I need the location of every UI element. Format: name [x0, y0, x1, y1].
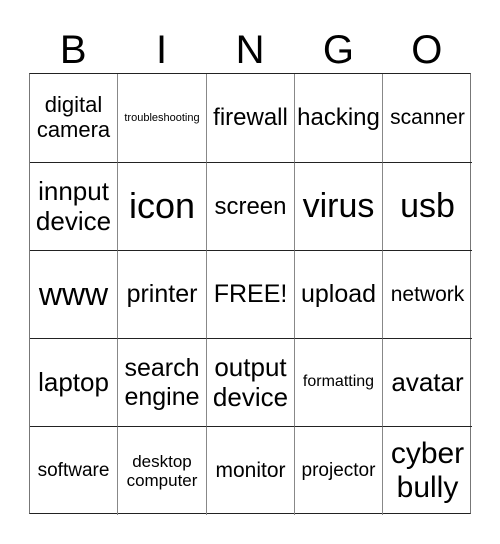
bingo-cell-label: FREE!: [213, 280, 288, 309]
bingo-cell-label: monitor: [215, 459, 286, 483]
bingo-cell-label: desktop computer: [126, 451, 198, 490]
bingo-cell-label: usb: [400, 187, 455, 226]
bingo-cell-label: www: [38, 276, 109, 313]
bingo-cell[interactable]: avatar: [383, 339, 472, 427]
bingo-cell-label: formatting: [302, 373, 375, 391]
bingo-cell-label: innput device: [35, 176, 112, 236]
bingo-cell[interactable]: output device: [207, 339, 295, 427]
header-letter-g: G: [322, 28, 354, 72]
header-letter-b: B: [59, 28, 87, 72]
bingo-cell[interactable]: printer: [118, 251, 207, 339]
bingo-cell-label: software: [37, 460, 110, 482]
header-letter-n: N: [235, 28, 265, 72]
bingo-cell[interactable]: www: [30, 251, 118, 339]
bingo-cell-label: output device: [212, 352, 289, 412]
bingo-cell-label: screen: [214, 192, 287, 220]
bingo-cell-label: scanner: [390, 106, 465, 130]
bingo-cell[interactable]: projector: [295, 427, 383, 515]
bingo-cell-label: network: [390, 282, 465, 306]
bingo-cell[interactable]: cyber bully: [383, 427, 472, 515]
bingo-cell-label: projector: [301, 460, 376, 482]
bingo-cell[interactable]: FREE!: [207, 251, 295, 339]
bingo-cell[interactable]: icon: [118, 163, 207, 251]
header-letter-i: I: [156, 28, 168, 72]
bingo-cell-label: troubleshooting: [124, 111, 200, 124]
bingo-cell-label: icon: [128, 185, 196, 227]
bingo-cell[interactable]: desktop computer: [118, 427, 207, 515]
header-letter-o: O: [411, 28, 443, 72]
bingo-cell[interactable]: upload: [295, 251, 383, 339]
bingo-cell-label: avatar: [391, 366, 464, 397]
bingo-cell-label: laptop: [38, 366, 109, 397]
bingo-cell[interactable]: formatting: [295, 339, 383, 427]
bingo-cell[interactable]: virus: [295, 163, 383, 251]
bingo-cell[interactable]: firewall: [207, 74, 295, 163]
bingo-cell[interactable]: usb: [383, 163, 472, 251]
bingo-cell-label: digital camera: [36, 92, 111, 142]
bingo-cell[interactable]: troubleshooting: [118, 74, 207, 163]
bingo-cell[interactable]: digital camera: [30, 74, 118, 163]
bingo-cell[interactable]: scanner: [383, 74, 472, 163]
bingo-cell-label: virus: [302, 187, 375, 226]
bingo-cell[interactable]: laptop: [30, 339, 118, 427]
bingo-header: B I N G O: [29, 28, 471, 73]
bingo-cell[interactable]: innput device: [30, 163, 118, 251]
bingo-grid: digital camera troubleshooting firewall hac…: [29, 73, 472, 515]
bingo-cell[interactable]: network: [383, 251, 472, 339]
bingo-cell[interactable]: screen: [207, 163, 295, 251]
bingo-cell-label: search engine: [124, 354, 200, 411]
bingo-cell-label: hacking: [297, 104, 380, 132]
bingo-cell[interactable]: search engine: [118, 339, 207, 427]
bingo-cell[interactable]: software: [30, 427, 118, 515]
bingo-cell-label: upload: [300, 280, 377, 309]
bingo-cell-label: firewall: [213, 104, 288, 132]
bingo-cell-label: cyber bully: [390, 437, 465, 504]
bingo-cell-label: printer: [126, 280, 198, 309]
bingo-cell[interactable]: monitor: [207, 427, 295, 515]
bingo-cell[interactable]: hacking: [295, 74, 383, 163]
